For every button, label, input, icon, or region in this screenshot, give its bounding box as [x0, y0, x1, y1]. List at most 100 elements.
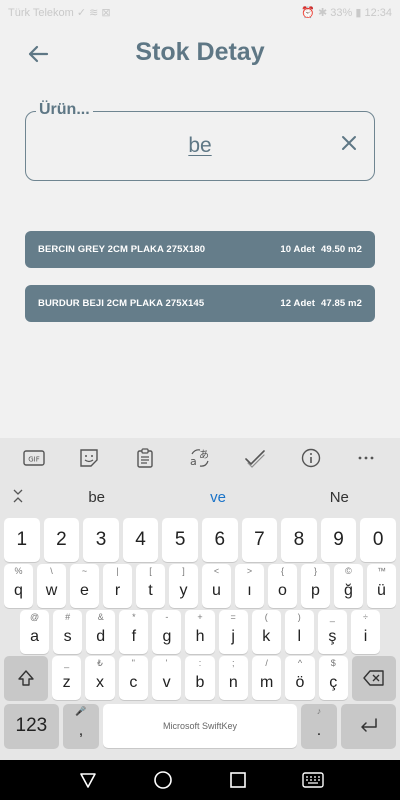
key[interactable]: > ı [235, 564, 264, 608]
key[interactable]: 8 [281, 518, 317, 562]
key-alt: : [198, 658, 202, 668]
key[interactable]: [t [136, 564, 165, 608]
key[interactable]: < u [202, 564, 231, 608]
key[interactable]: ] y [169, 564, 198, 608]
suggestion-left[interactable]: be [36, 489, 157, 506]
key[interactable]: {o [268, 564, 297, 608]
key-alt: ™ [377, 566, 386, 576]
key[interactable]: ; n [218, 656, 248, 700]
key[interactable]: @ a [20, 610, 50, 654]
key[interactable]: ' v [151, 656, 182, 700]
bottom-row: 123 🎤, Microsoft SwiftKey ♪. [2, 704, 398, 748]
key-label: ş [328, 628, 337, 645]
navigation-bar [0, 760, 400, 800]
result-area: 47.85 m2 [321, 298, 362, 309]
key-alt: > [246, 566, 253, 576]
nav-recents-button[interactable] [226, 768, 250, 792]
key[interactable]: :b [185, 656, 215, 700]
more-button[interactable] [349, 441, 383, 475]
info-button[interactable] [294, 441, 328, 475]
circle-home-icon [153, 771, 172, 789]
clear-button[interactable] [338, 132, 360, 154]
key[interactable]: © ğ [334, 564, 363, 608]
key[interactable]: $ ç [318, 656, 348, 700]
key[interactable]: | r [103, 564, 132, 608]
key[interactable]: 9 [320, 518, 357, 562]
key[interactable]: / m [251, 656, 282, 700]
svg-text:あ: あ [199, 449, 209, 461]
key[interactable]: * f [119, 610, 149, 654]
suggestion-bar: be ve Ne [0, 480, 400, 514]
key[interactable]: = j [218, 610, 248, 654]
key[interactable]: # s [53, 610, 83, 654]
key-alt: \ [50, 566, 53, 576]
search-input[interactable]: be [26, 134, 374, 158]
gif-button[interactable]: GIF [17, 441, 51, 475]
key-label: o [278, 582, 287, 599]
key-label: 5 [174, 529, 186, 550]
key-label: 2 [56, 529, 67, 550]
key-label: m [259, 674, 274, 691]
translate-button[interactable]: aあ [183, 441, 217, 475]
result-item[interactable]: BERCIN GREY 2CM PLAKA 275X180 10 Adet 49… [25, 231, 375, 268]
key[interactable]: + h [185, 610, 215, 654]
key[interactable]: ÷ i [350, 610, 381, 654]
key[interactable]: _ z [52, 656, 82, 700]
numbers-key[interactable]: 123 [4, 704, 59, 748]
info-icon [301, 448, 321, 468]
key[interactable]: & d [86, 610, 116, 654]
key[interactable]: " c [118, 656, 148, 700]
key[interactable]: ₺ x [85, 656, 115, 700]
result-quantity: 10 Adet [280, 244, 316, 255]
key[interactable]: \ w [37, 564, 66, 608]
key[interactable]: 7 [241, 518, 278, 562]
key[interactable]: 0 [360, 518, 396, 562]
svg-text:a: a [190, 455, 197, 468]
space-key[interactable]: Microsoft SwiftKey [103, 704, 297, 748]
key[interactable]: 3 [83, 518, 119, 562]
shift-key[interactable] [4, 656, 48, 700]
key[interactable]: (k [251, 610, 281, 654]
key[interactable]: % q [4, 564, 33, 608]
key-label: v [162, 674, 171, 691]
key[interactable]: ~ e [70, 564, 99, 608]
key[interactable]: ) l [284, 610, 314, 654]
key-label: 9 [333, 529, 344, 550]
enter-icon [360, 718, 377, 732]
key-label: i [363, 628, 368, 645]
tasks-button[interactable] [238, 441, 272, 475]
key-alt: ] [182, 566, 185, 576]
key[interactable]: -g [152, 610, 182, 654]
suggestion-right[interactable]: Ne [279, 489, 400, 506]
key[interactable]: 1 [4, 518, 40, 562]
key[interactable]: ™ ü [367, 564, 396, 608]
product-search-field[interactable]: be [25, 111, 375, 181]
comma-key[interactable]: 🎤, [62, 704, 100, 748]
result-item[interactable]: BURDUR BEJI 2CM PLAKA 275X145 12 Adet 47… [25, 285, 375, 322]
status-left: Türk Telekom ✓ ≋ ⊠ [8, 6, 111, 19]
backspace-key[interactable] [351, 656, 396, 700]
key-alt: & [97, 612, 104, 622]
key[interactable]: 2 [43, 518, 80, 562]
key[interactable]: _ ş [317, 610, 347, 654]
nav-home-button[interactable] [151, 768, 175, 792]
app-bar: Stok Detay [0, 24, 400, 84]
clipboard-button[interactable] [128, 441, 162, 475]
result-name: BURDUR BEJI 2CM PLAKA 275X145 [38, 298, 205, 309]
suggestion-center[interactable]: ve [157, 489, 278, 506]
key-alt: - [165, 612, 169, 622]
key-label: c [129, 674, 138, 691]
key[interactable]: ^ ö [285, 656, 315, 700]
key-label: b [195, 674, 205, 691]
enter-key[interactable] [341, 704, 396, 748]
key[interactable]: } p [301, 564, 330, 608]
key[interactable]: 4 [122, 518, 159, 562]
collapse-icon[interactable] [0, 488, 36, 507]
key[interactable]: 5 [162, 518, 198, 562]
period-key[interactable]: ♪. [300, 704, 338, 748]
nav-keyboard-button[interactable] [301, 768, 325, 792]
sticker-button[interactable] [72, 441, 106, 475]
key[interactable]: 6 [201, 518, 238, 562]
gif-icon: GIF [23, 450, 45, 466]
nav-back-button[interactable] [76, 768, 100, 792]
